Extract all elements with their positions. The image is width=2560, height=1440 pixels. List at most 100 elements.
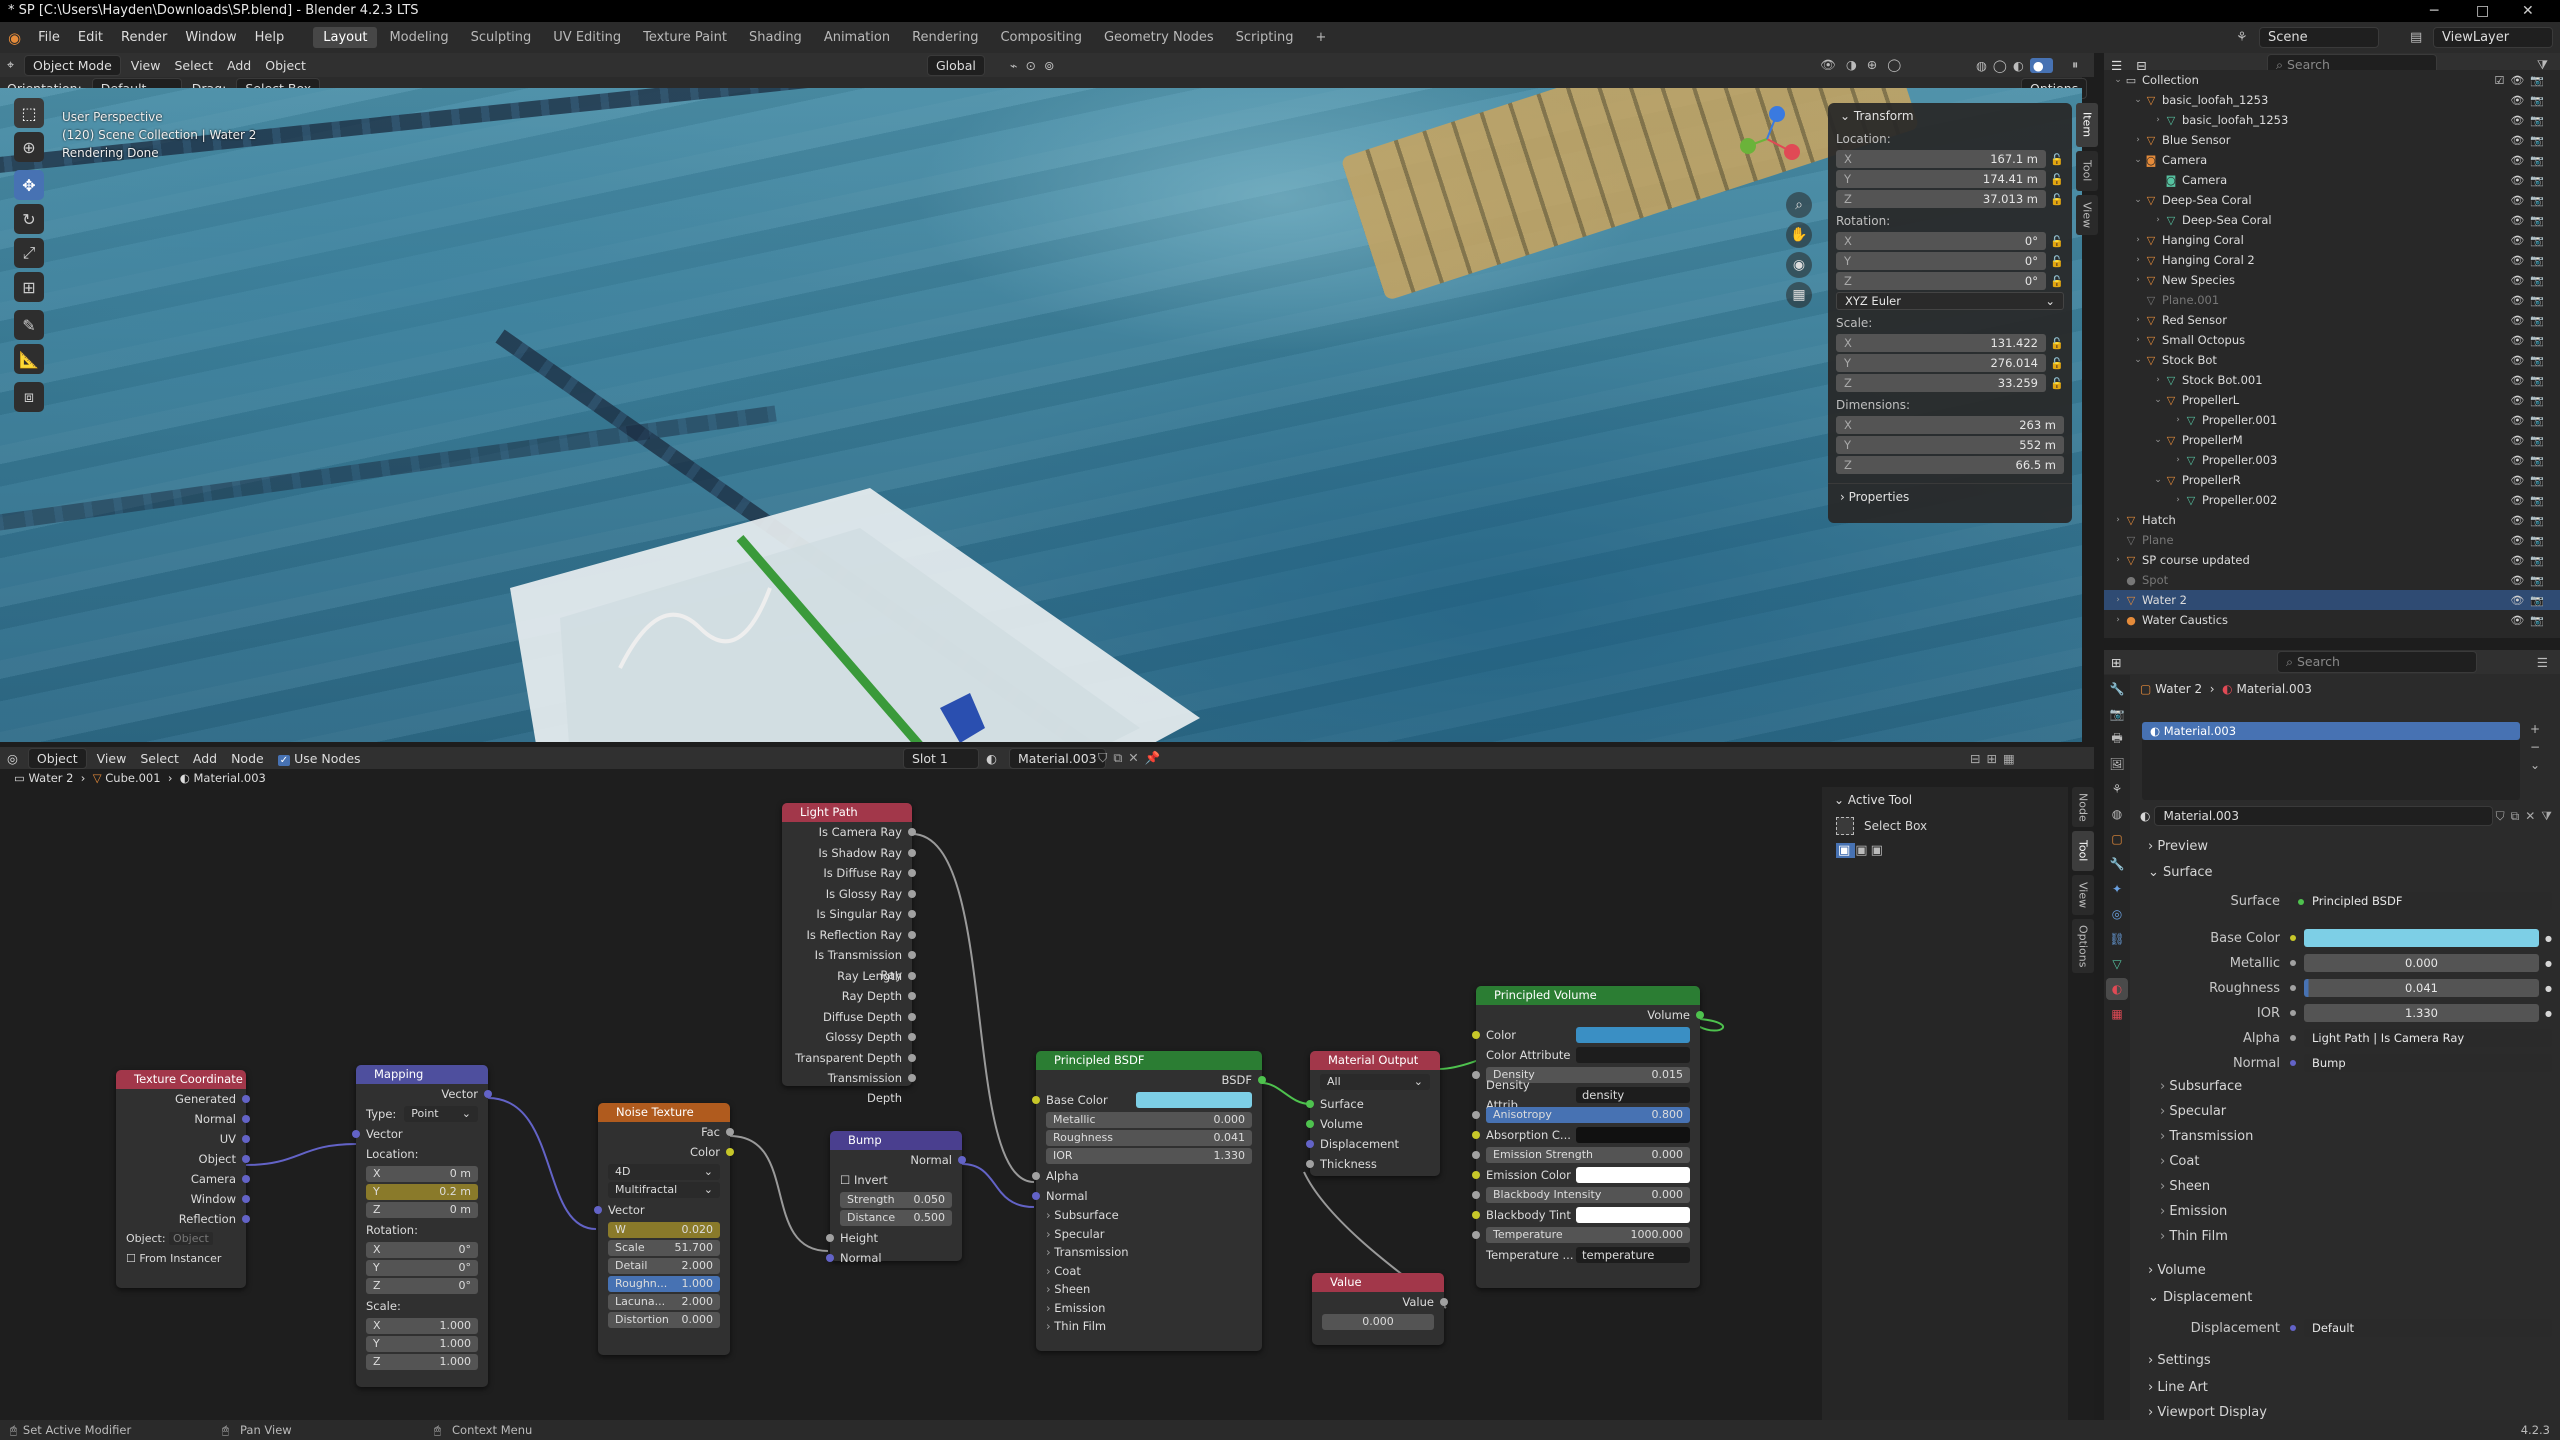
outliner-item[interactable]: › ▽ Blue Sensor 👁📷 <box>2104 130 2560 150</box>
mapping-type-select[interactable]: Type: Point ⌄ <box>356 1104 488 1124</box>
noise-roughness[interactable]: Roughn... 1.000 <box>608 1276 720 1292</box>
cursor-tool-icon[interactable]: ⊕ <box>14 132 44 162</box>
disclosure-triangle-icon[interactable]: › <box>2132 135 2144 145</box>
disclosure-triangle-icon[interactable]: › <box>2172 495 2184 505</box>
grid-view-icon[interactable]: ▦ <box>1786 282 1812 308</box>
scale-x-field[interactable]: X 131.422 <box>1836 334 2046 352</box>
noise-type-select[interactable]: Multifractal ⌄ <box>608 1182 720 1198</box>
breadcrumb-material[interactable]: Material.003 <box>194 771 266 785</box>
material-action-icons[interactable]: ⛉⧉✕📌 <box>1098 750 1166 766</box>
material-datablock[interactable]: ◐ Material.003 ⛉⧉✕ ⧩ <box>2140 806 2552 826</box>
rotate-tool-icon[interactable]: ↻ <box>14 204 44 234</box>
tab-item[interactable]: Item <box>2076 103 2098 147</box>
input-blackbody-tint[interactable]: Blackbody Tint <box>1472 1205 1700 1225</box>
visibility-eye-icon[interactable]: 👁📷 <box>2510 614 2550 627</box>
light-path-output[interactable]: Is Shadow Ray <box>782 843 916 864</box>
temperature-attribute[interactable]: Temperature ... temperature <box>1476 1245 1700 1265</box>
node-menu-add[interactable]: Add <box>186 749 224 768</box>
outliner-item[interactable]: › ▽ Small Octopus 👁📷 <box>2104 330 2560 350</box>
outliner-item[interactable]: › ▽ Deep-Sea Coral 👁📷 <box>2104 210 2560 230</box>
node-light-path[interactable]: Light Path Is Camera Ray Is Shadow Ray Is … <box>782 803 916 1105</box>
editor-type-icon[interactable]: ⌖ <box>0 55 21 75</box>
loc-y[interactable]: Y 0.2 m <box>366 1184 478 1200</box>
output-reflection[interactable]: Reflection <box>116 1209 250 1229</box>
render-tab-icon[interactable]: 📷 <box>2106 703 2128 725</box>
tab-texture-paint[interactable]: Texture Paint <box>633 27 737 48</box>
input-emission-color[interactable]: Emission Color <box>1472 1165 1700 1185</box>
target-select[interactable]: All ⌄ <box>1320 1074 1430 1090</box>
maximize-button[interactable]: □ <box>2476 0 2489 22</box>
input-alpha[interactable]: Alpha <box>1032 1166 1262 1186</box>
outliner-item[interactable]: › ▽ Hanging Coral 2 👁📷 <box>2104 250 2560 270</box>
disclosure-triangle-icon[interactable]: › <box>2172 415 2184 425</box>
disclosure-triangle-icon[interactable]: › <box>2112 515 2124 525</box>
menu-edit[interactable]: Edit <box>69 30 112 45</box>
tab-tool[interactable]: Tool <box>2072 831 2094 871</box>
tab-animation[interactable]: Animation <box>814 27 900 48</box>
node-menu-node[interactable]: Node <box>224 749 271 768</box>
visibility-eye-icon[interactable]: 👁📷 <box>2510 174 2550 187</box>
output-bsdf[interactable]: BSDF <box>1036 1070 1266 1090</box>
tab-scripting[interactable]: Scripting <box>1226 27 1304 48</box>
visibility-eye-icon[interactable]: 👁📷 <box>2510 494 2550 507</box>
prop-ior[interactable]: IOR 1.330 ● <box>2140 1002 2552 1024</box>
menu-file[interactable]: File <box>29 30 69 45</box>
physics-tab-icon[interactable]: ◎ <box>2106 903 2128 925</box>
node-noise-texture[interactable]: Noise Texture Fac Color 4D ⌄ Multifractal… <box>594 1103 734 1355</box>
bsdf-roughness[interactable]: Roughness 0.041 <box>1046 1130 1252 1146</box>
object-tab-icon[interactable]: ▢ <box>2106 828 2128 850</box>
input-absorption-color[interactable]: Absorption C... <box>1472 1125 1700 1145</box>
measure-tool-icon[interactable]: 📐 <box>14 344 44 374</box>
visibility-eye-icon[interactable]: 👁📷 <box>2510 234 2550 247</box>
from-instancer-checkbox[interactable]: ☐ From Instancer <box>116 1249 246 1269</box>
disclosure-triangle-icon[interactable]: ⌄ <box>2112 75 2124 85</box>
input-surface[interactable]: Surface <box>1306 1094 1440 1114</box>
bsdf-subpanel[interactable]: › Specular <box>1036 1225 1262 1244</box>
slot-list-buttons[interactable]: + − ⌄ <box>2530 720 2540 774</box>
bump-distance[interactable]: Distance 0.500 <box>840 1210 952 1226</box>
rot-y[interactable]: Y 0° <box>366 1260 478 1276</box>
outliner-item[interactable]: ⌄ ▽ PropellerR 👁📷 <box>2104 470 2560 490</box>
bsdf-subpanel[interactable]: › Emission <box>1036 1299 1262 1318</box>
outliner-item[interactable]: › ▽ Water 2 👁📷 <box>2104 590 2560 610</box>
breadcrumb-object[interactable]: Water 2 <box>29 771 74 785</box>
tab-compositing[interactable]: Compositing <box>990 27 1092 48</box>
scene-tab-icon[interactable]: ⚘ <box>2106 778 2128 800</box>
noise-distortion[interactable]: Distortion 0.000 <box>608 1312 720 1328</box>
mode-selector[interactable]: Object Mode <box>24 54 121 76</box>
bsdf-subpanel[interactable]: › Subsurface <box>1036 1206 1262 1225</box>
visibility-eye-icon[interactable]: 👁📷 <box>2510 314 2550 327</box>
lock-icon[interactable]: 🔓 <box>2050 255 2064 268</box>
snap-icons[interactable]: ⌁⊙⊚ <box>1010 58 1062 73</box>
disclosure-triangle-icon[interactable]: › <box>2132 255 2144 265</box>
outliner-item[interactable]: ⌄ ▽ basic_loofah_1253 👁📷 <box>2104 90 2560 110</box>
lock-icon[interactable]: 🔓 <box>2050 153 2064 166</box>
modifier-tab-icon[interactable]: 🔧 <box>2106 853 2128 875</box>
filter-icon[interactable]: ⧩ <box>2541 809 2552 824</box>
output-object[interactable]: Object <box>116 1149 250 1169</box>
active-tool-title[interactable]: ⌄ Active Tool <box>1822 787 2068 813</box>
disclosure-triangle-icon[interactable]: › <box>2132 315 2144 325</box>
world-tab-icon[interactable]: ◍ <box>2106 803 2128 825</box>
prop-alpha[interactable]: Alpha Light Path | Is Camera Ray <box>2140 1027 2552 1049</box>
material-slot-item[interactable]: ◐ Material.003 <box>2142 722 2520 740</box>
node-overlay-icons[interactable]: ⊟⊞▦ <box>1970 751 2021 766</box>
disclosure-triangle-icon[interactable]: › <box>2112 555 2124 565</box>
use-nodes-checkbox[interactable]: ✓ Use Nodes <box>271 749 368 768</box>
input-vector[interactable]: Vector <box>352 1124 488 1144</box>
visibility-eye-icon[interactable]: 👁📷 <box>2510 574 2550 587</box>
value-field[interactable]: 0.000 <box>1322 1314 1434 1330</box>
outliner-item[interactable]: › ▽ Red Sensor 👁📷 <box>2104 310 2560 330</box>
tab-tool[interactable]: Tool <box>2076 151 2098 191</box>
material-subpanel[interactable]: › Transmission <box>2160 1126 2253 1148</box>
light-path-output[interactable]: Ray Length <box>782 966 916 987</box>
light-path-output[interactable]: Is Diffuse Ray <box>782 863 916 884</box>
close-button[interactable]: ✕ <box>2522 0 2534 22</box>
outliner-item[interactable]: ▽ Plane 👁📷 <box>2104 530 2560 550</box>
scale-x[interactable]: X 1.000 <box>366 1318 478 1334</box>
material-subpanel[interactable]: › Emission <box>2160 1201 2227 1223</box>
input-thickness[interactable]: Thickness <box>1306 1154 1440 1174</box>
bsdf-ior[interactable]: IOR 1.330 <box>1046 1148 1252 1164</box>
noise-w[interactable]: W 0.020 <box>608 1222 720 1238</box>
loc-z[interactable]: Z0 m <box>366 1202 478 1218</box>
